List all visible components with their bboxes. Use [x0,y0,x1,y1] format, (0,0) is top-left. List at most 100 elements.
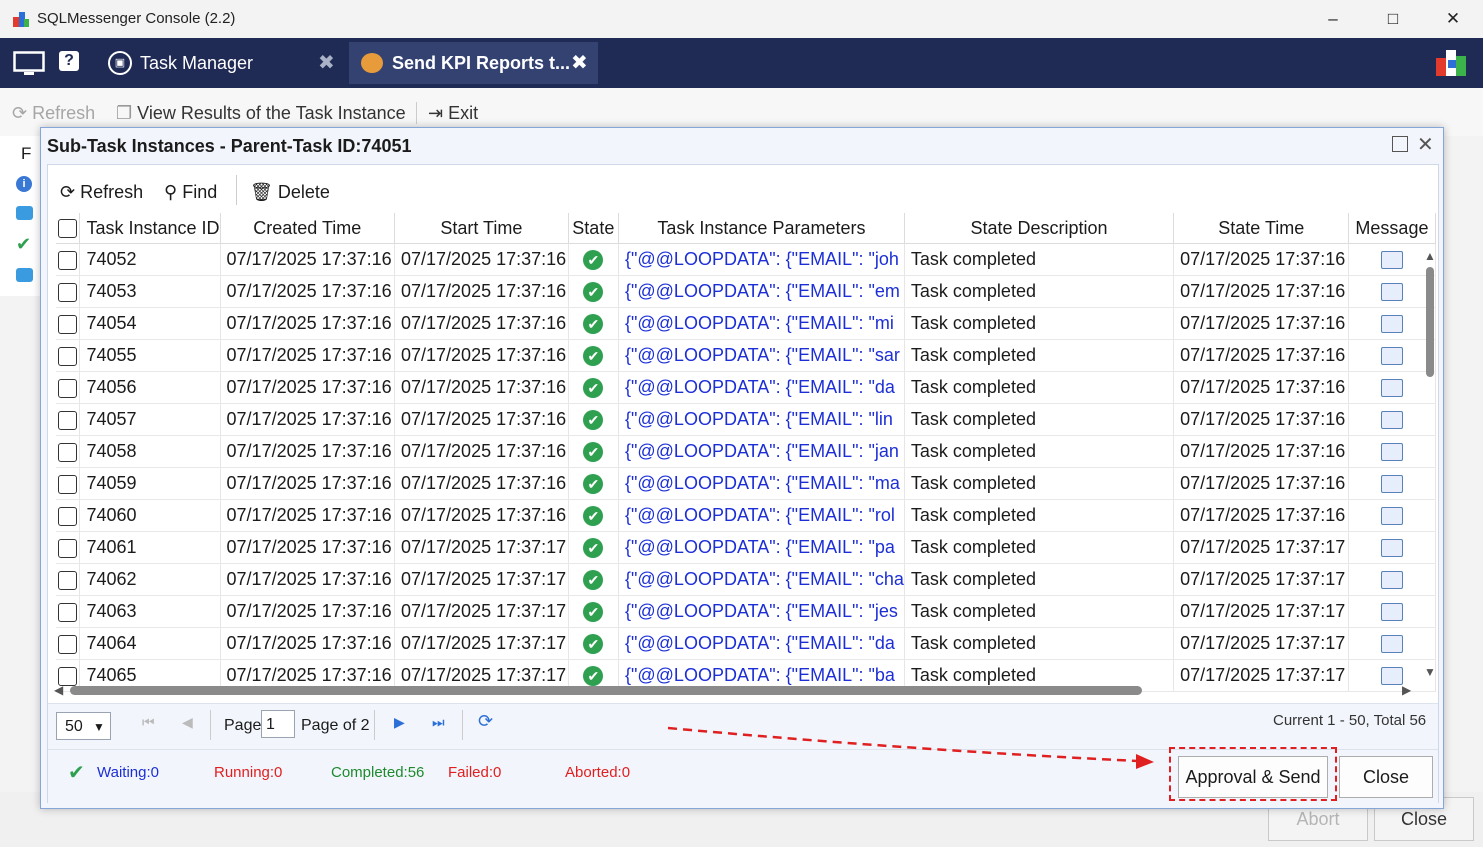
view-results-button[interactable]: ❐ View Results of the Task Instance [116,101,406,125]
table-row[interactable]: 74058 07/17/2025 17:37:16 07/17/2025 17:… [56,435,1436,468]
table-row[interactable]: 74062 07/17/2025 17:37:16 07/17/2025 17:… [56,563,1436,596]
message-envelope-icon[interactable] [1348,371,1436,404]
status-aborted: Aborted:0 [565,764,631,781]
message-envelope-icon[interactable] [1348,499,1436,532]
next-page-icon[interactable]: ▶ [394,714,405,731]
tab-task-manager[interactable]: ▣ Task Manager ✖ [100,42,345,84]
cell-instance-id: 74060 [79,499,221,532]
cell-state-description: Task completed [904,531,1175,564]
close-tab-icon[interactable]: ✖ [571,42,588,84]
row-checkbox[interactable] [56,627,81,660]
find-button[interactable]: ⚲ Find [164,179,217,205]
reload-icon[interactable]: ⟳ [478,711,493,732]
col-header-task-instance-id[interactable]: Task Instance ID [79,213,221,244]
col-header-state[interactable]: State [568,213,619,244]
message-envelope-icon[interactable] [1348,595,1436,628]
page-size-select[interactable]: 50 ▼ [56,712,111,740]
message-envelope-icon[interactable] [1348,403,1436,436]
table-row[interactable]: 74063 07/17/2025 17:37:16 07/17/2025 17:… [56,595,1436,628]
monitor-icon[interactable] [13,51,45,77]
table-row[interactable]: 74056 07/17/2025 17:37:16 07/17/2025 17:… [56,371,1436,404]
row-checkbox[interactable] [56,467,81,500]
exit-button[interactable]: ⇥ Exit [428,101,478,125]
dialog-refresh-button[interactable]: ⟳ Refresh [60,179,143,205]
tab-send-kpi-reports[interactable]: Send KPI Reports t... ✖ [349,42,598,84]
message-envelope-icon[interactable] [1348,339,1436,372]
task-manager-icon: ▣ [108,51,132,75]
cell-state-time: 07/17/2025 17:37:16 [1173,435,1350,468]
message-icon [16,268,33,282]
maximize-button[interactable]: □ [1363,0,1423,38]
col-header-created-time[interactable]: Created Time [220,213,396,244]
col-header-state-description[interactable]: State Description [904,213,1175,244]
check-icon: ✔ [68,762,85,784]
app-logo-icon [1436,50,1466,76]
exit-icon: ⇥ [428,103,444,123]
table-row[interactable]: 74054 07/17/2025 17:37:16 07/17/2025 17:… [56,307,1436,340]
grid-header-row: Task Instance ID Created Time Start Time… [56,213,1436,244]
row-checkbox[interactable] [56,531,81,564]
cell-parameters: {"@@LOOPDATA": {"EMAIL": "da [618,627,905,660]
table-row[interactable]: 74061 07/17/2025 17:37:16 07/17/2025 17:… [56,531,1436,564]
previous-page-icon[interactable]: ◀ [182,714,193,731]
message-envelope-icon[interactable] [1348,627,1436,660]
row-checkbox[interactable] [56,435,81,468]
scroll-left-arrow[interactable]: ◀ [54,683,63,697]
row-checkbox[interactable] [56,499,81,532]
horizontal-scrollbar-thumb[interactable] [70,686,1142,695]
close-window-button[interactable]: ✕ [1423,0,1483,38]
vertical-scrollbar-thumb[interactable] [1426,267,1434,377]
col-header-message[interactable]: Message [1348,213,1436,244]
background-list-strip: F i ✔ [0,136,41,296]
row-checkbox[interactable] [56,275,81,308]
cell-parameters: {"@@LOOPDATA": {"EMAIL": "sar [618,339,905,372]
refresh-button[interactable]: ⟳ Refresh [12,101,95,125]
state-ok-icon: ✔ [568,627,619,660]
help-icon[interactable]: ? [59,51,79,71]
table-row[interactable]: 74055 07/17/2025 17:37:16 07/17/2025 17:… [56,339,1436,372]
message-envelope-icon[interactable] [1348,467,1436,500]
delete-button[interactable]: 🗑 Delete [250,179,330,205]
row-checkbox[interactable] [56,563,81,596]
scroll-right-arrow[interactable]: ▶ [1402,683,1411,697]
row-checkbox[interactable] [56,403,81,436]
cell-created-time: 07/17/2025 17:37:16 [220,595,396,628]
table-row[interactable]: 74060 07/17/2025 17:37:16 07/17/2025 17:… [56,499,1436,532]
row-checkbox[interactable] [56,243,81,276]
col-header-task-instance-parameters[interactable]: Task Instance Parameters [618,213,905,244]
cell-parameters: {"@@LOOPDATA": {"EMAIL": "lin [618,403,905,436]
message-envelope-icon[interactable] [1348,307,1436,340]
row-checkbox[interactable] [56,371,81,404]
last-page-icon[interactable]: ⏭ [432,714,445,731]
table-row[interactable]: 74052 07/17/2025 17:37:16 07/17/2025 17:… [56,243,1436,276]
cell-parameters: {"@@LOOPDATA": {"EMAIL": "mi [618,307,905,340]
message-envelope-icon[interactable] [1348,275,1436,308]
select-all-checkbox[interactable] [56,213,81,244]
table-row[interactable]: 74057 07/17/2025 17:37:16 07/17/2025 17:… [56,403,1436,436]
cell-created-time: 07/17/2025 17:37:16 [220,307,396,340]
close-dialog-icon[interactable]: ✕ [1417,132,1434,157]
first-page-icon[interactable]: ⏮ [142,714,155,731]
col-header-state-time[interactable]: State Time [1173,213,1350,244]
close-tab-icon[interactable]: ✖ [318,42,335,84]
row-checkbox[interactable] [56,339,81,372]
scroll-down-arrow[interactable]: ▼ [1423,665,1437,683]
state-ok-icon: ✔ [568,403,619,436]
cell-state-description: Task completed [904,243,1175,276]
message-envelope-icon[interactable] [1348,531,1436,564]
message-envelope-icon[interactable] [1348,435,1436,468]
approval-send-button[interactable]: Approval & Send [1178,756,1328,798]
minimize-button[interactable]: – [1303,0,1363,38]
table-row[interactable]: 74064 07/17/2025 17:37:16 07/17/2025 17:… [56,627,1436,660]
table-row[interactable]: 74053 07/17/2025 17:37:16 07/17/2025 17:… [56,275,1436,308]
cell-state-time: 07/17/2025 17:37:16 [1173,371,1350,404]
row-checkbox[interactable] [56,307,81,340]
message-envelope-icon[interactable] [1348,563,1436,596]
row-checkbox[interactable] [56,595,81,628]
col-header-start-time[interactable]: Start Time [394,213,569,244]
dialog-close-button[interactable]: Close [1339,756,1433,798]
maximize-dialog-icon[interactable] [1392,136,1408,152]
cell-start-time: 07/17/2025 17:37:16 [394,275,569,308]
table-row[interactable]: 74059 07/17/2025 17:37:16 07/17/2025 17:… [56,467,1436,500]
page-number-input[interactable]: 1 [261,710,295,738]
